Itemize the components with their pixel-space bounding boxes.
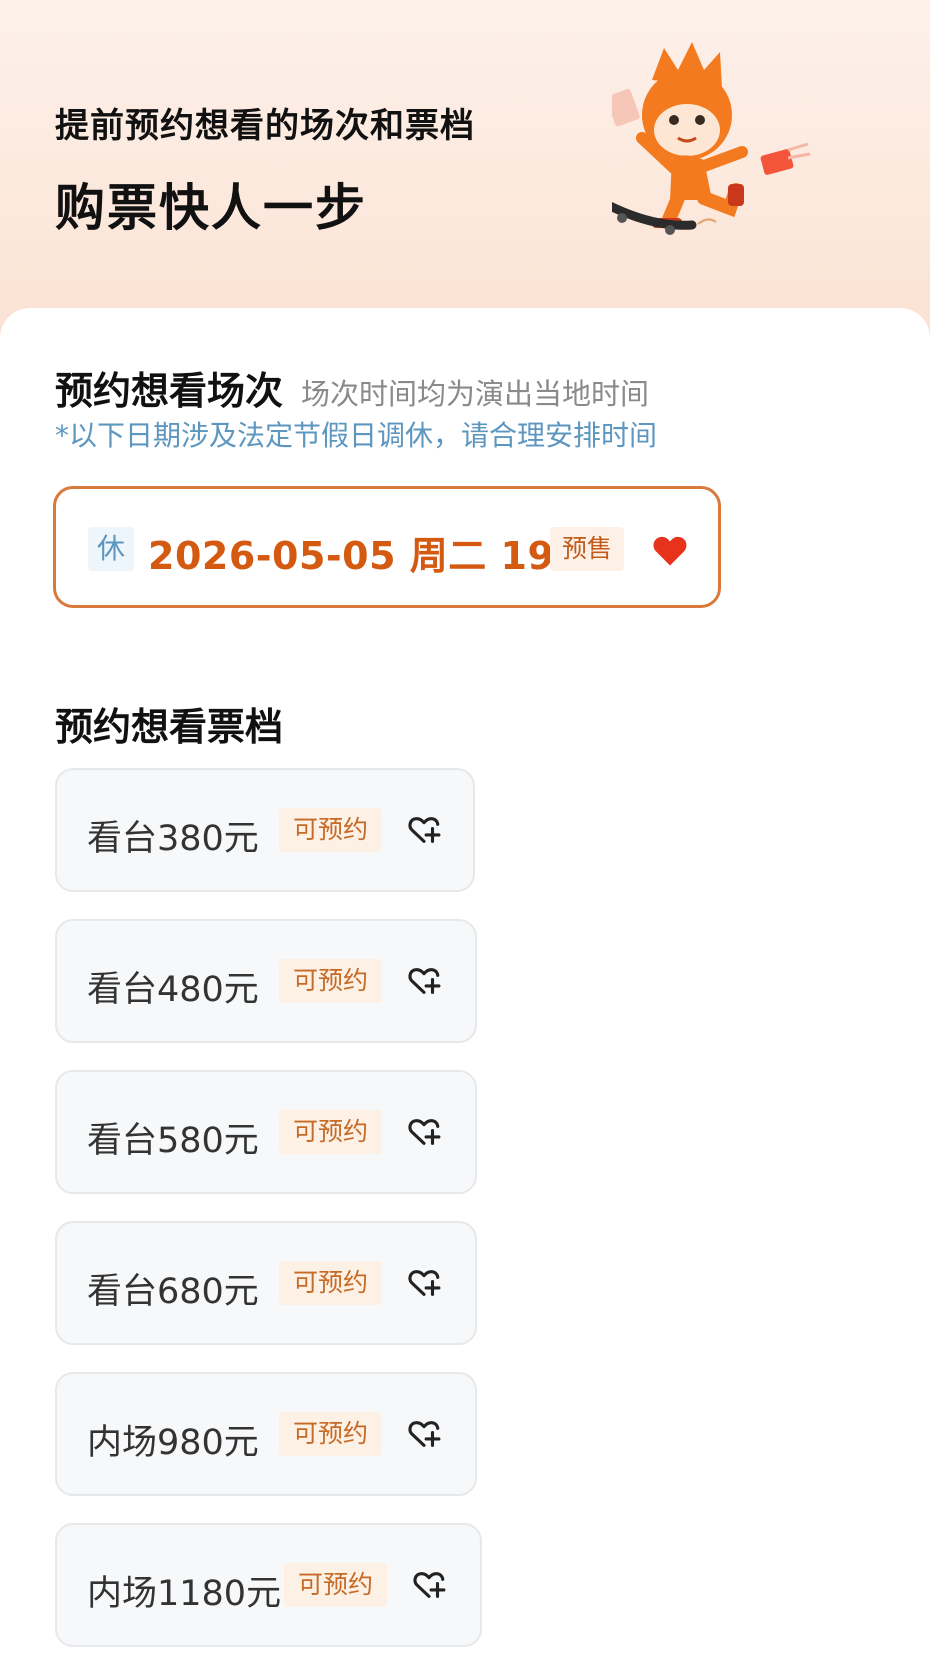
heart-add-icon[interactable] [407,1116,441,1148]
presale-badge: 预售 [550,527,625,571]
session-section-title: 预约想看场次 [55,369,284,413]
tier-name: 看台580元 [87,1121,259,1161]
heart-filled-icon[interactable] [651,533,689,567]
hero-headline: 提前预约想看的场次和票档 [55,106,475,146]
heart-add-icon[interactable] [407,1418,441,1450]
heart-add-icon[interactable] [407,1267,441,1299]
heart-add-icon[interactable] [407,814,441,846]
hero-banner: 提前预约想看的场次和票档 购票快人一步 [0,0,930,320]
tier-name: 内场1180元 [87,1574,282,1614]
tier-name: 看台380元 [87,819,259,859]
rest-day-badge: 休 [88,527,134,571]
tier-name: 看台480元 [87,970,259,1010]
tier-section-title: 预约想看票档 [55,705,284,749]
reservable-badge: 可预约 [279,1412,383,1456]
heart-add-icon[interactable] [407,965,441,997]
tier-option[interactable]: 看台680元 可预约 [55,1221,477,1345]
tier-option[interactable]: 看台580元 可预约 [55,1070,477,1194]
skateboarding-mascot-icon [612,42,811,235]
session-section-header: 预约想看场次 场次时间均为演出当地时间 [55,360,649,415]
tier-option[interactable]: 看台480元 可预约 [55,919,477,1043]
tier-option[interactable]: 看台380元 可预约 [55,768,475,892]
session-section-subtitle: 场次时间均为演出当地时间 [301,377,650,411]
holiday-notice: *以下日期涉及法定节假日调休，请合理安排时间 [55,419,658,452]
reservable-badge: 可预约 [279,1110,383,1154]
reservable-badge: 可预约 [279,959,383,1003]
heart-add-icon[interactable] [412,1569,446,1601]
reservable-badge: 可预约 [279,1261,383,1305]
tier-option[interactable]: 内场980元 可预约 [55,1372,477,1496]
tier-name: 内场980元 [87,1423,259,1463]
tier-option[interactable]: 内场1180元 可预约 [55,1523,482,1647]
reservable-badge: 可预约 [284,1563,388,1607]
session-option-selected[interactable]: 休 2026-05-05 周二 19:00 预售 [53,486,721,608]
tier-name: 看台680元 [87,1272,259,1312]
reservable-badge: 可预约 [279,808,383,852]
hero-slogan: 购票快人一步 [55,179,367,237]
